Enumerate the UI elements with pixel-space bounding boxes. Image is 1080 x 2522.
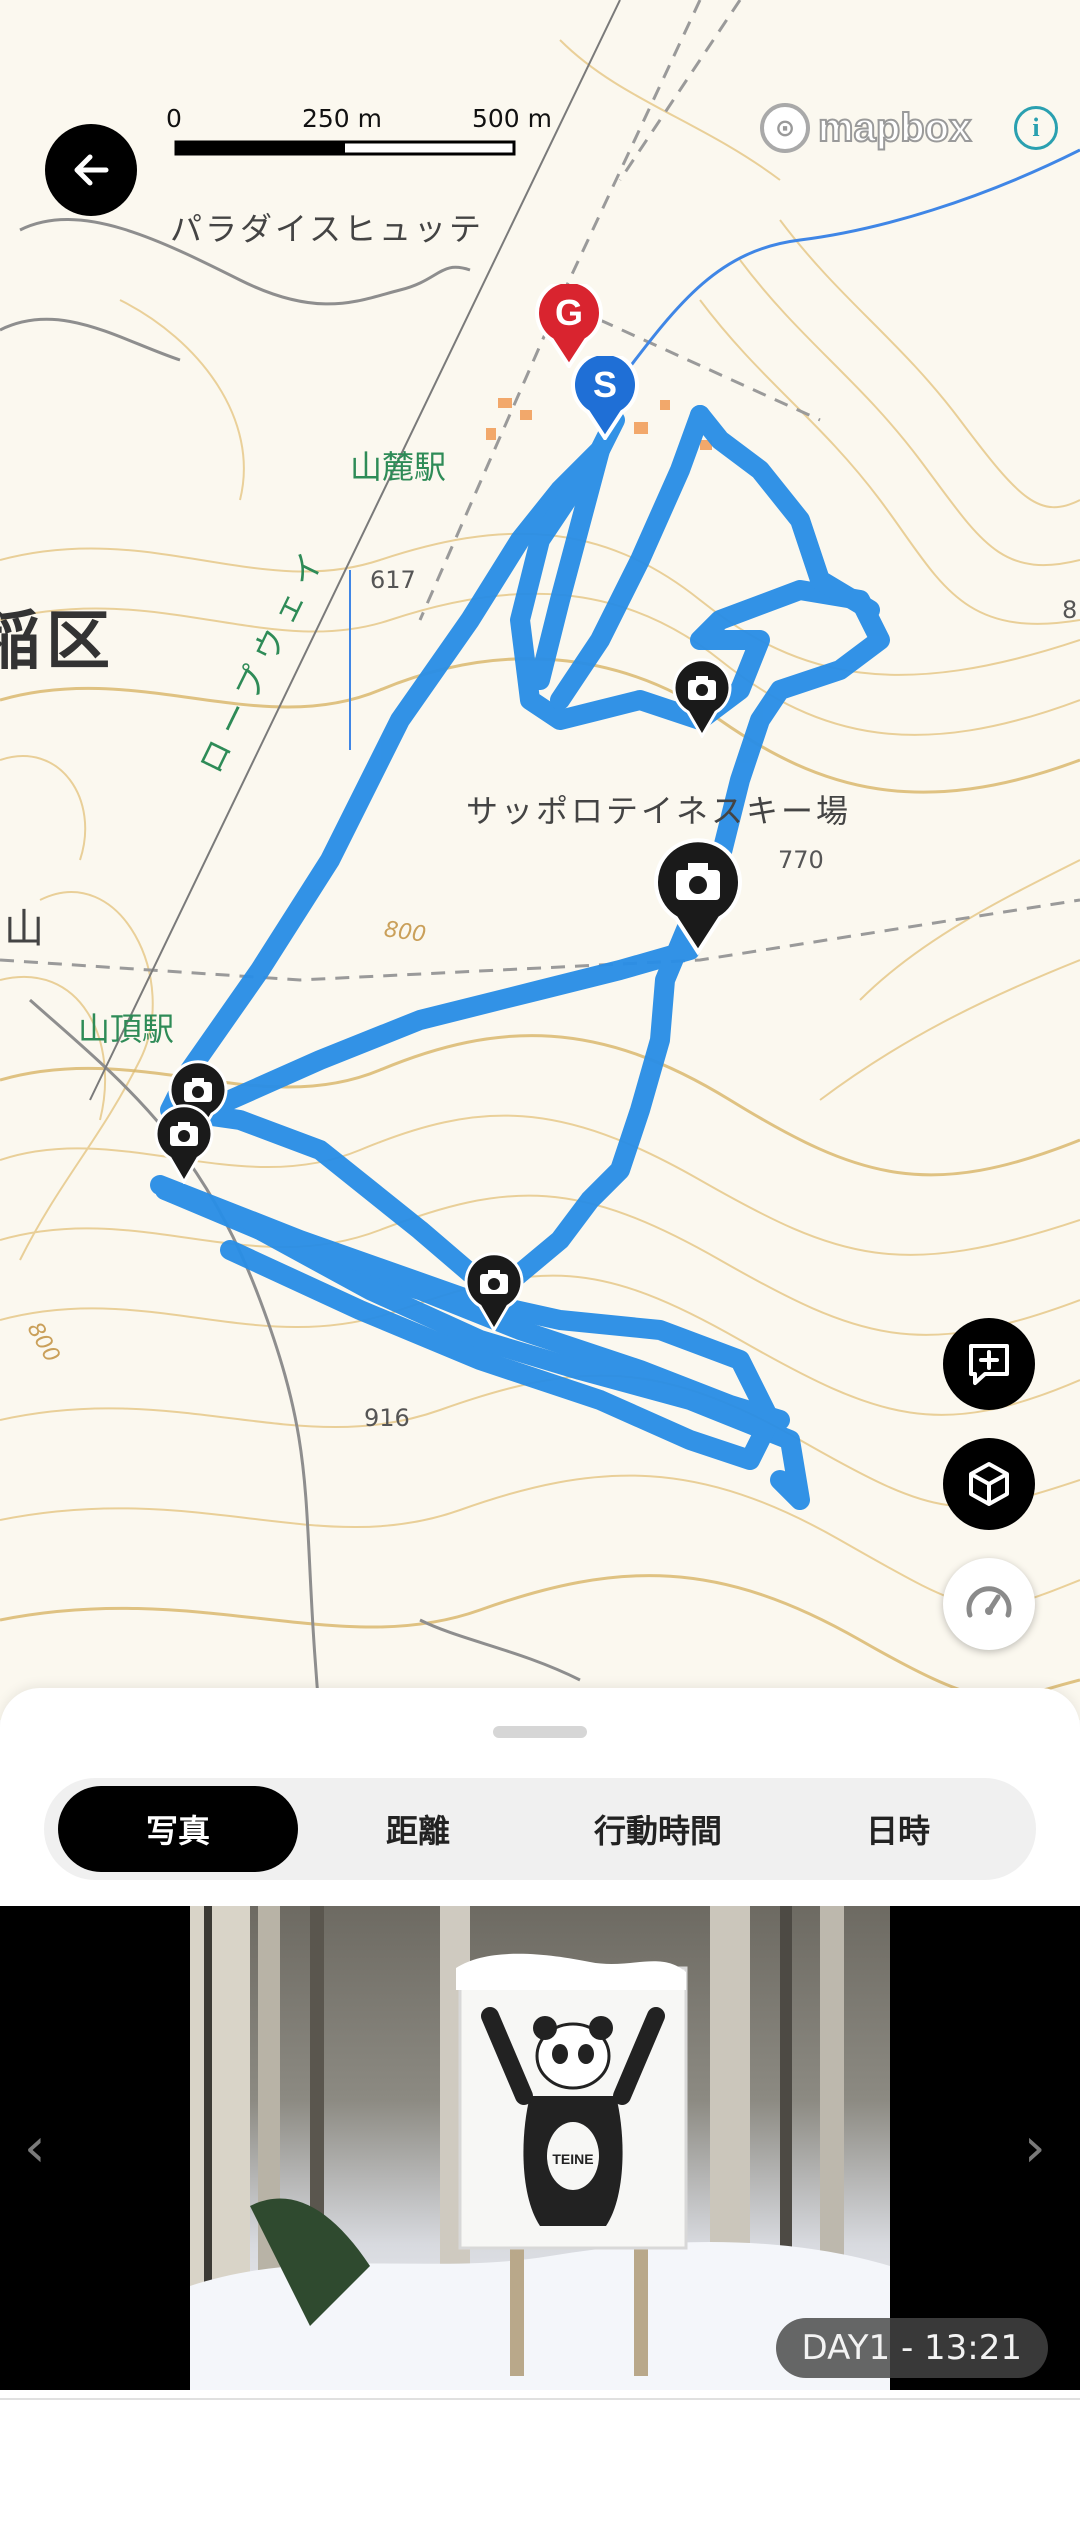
back-button[interactable] xyxy=(45,124,137,216)
info-icon[interactable]: i xyxy=(1014,106,1058,150)
add-comment-button[interactable] xyxy=(943,1318,1035,1410)
elevation-770: 770 xyxy=(778,846,824,874)
cube-icon xyxy=(969,1462,1009,1506)
elevation-617: 617 xyxy=(370,566,416,594)
tab-bar: 写真 距離 行動時間 日時 xyxy=(44,1778,1036,1880)
scale-label-500: 500 m xyxy=(472,104,553,133)
scale-label-0: 0 xyxy=(166,104,182,133)
label-mountain: 山 xyxy=(4,906,44,952)
label-ward: 稲区 xyxy=(0,605,116,679)
trip-photo[interactable]: TEINE xyxy=(190,1906,890,2390)
add-comment-icon xyxy=(969,1344,1009,1385)
bottom-divider xyxy=(0,2398,1080,2400)
label-ski-area: サッポロテイネスキー場 xyxy=(466,792,852,830)
label-base-station: 山麓駅 xyxy=(350,448,447,486)
elevation-916: 916 xyxy=(364,1404,410,1432)
label-hut: パラダイスヒュッテ xyxy=(170,210,485,248)
speed-button[interactable] xyxy=(943,1558,1035,1650)
speedometer-icon xyxy=(966,1586,1012,1618)
tab-distance[interactable]: 距離 xyxy=(298,1786,538,1872)
label-summit-station: 山頂駅 xyxy=(78,1010,175,1048)
tab-activity-time[interactable]: 行動時間 xyxy=(538,1786,778,1872)
tab-photos[interactable]: 写真 xyxy=(58,1786,298,1872)
photo-marker[interactable] xyxy=(152,1104,216,1185)
photo-marker-selected[interactable] xyxy=(650,836,746,956)
start-marker[interactable]: S xyxy=(570,350,640,442)
mapbox-icon: ⊙ xyxy=(760,103,810,153)
3d-view-button[interactable] xyxy=(943,1438,1035,1530)
chevron-left-icon[interactable]: ‹ xyxy=(24,2116,46,2179)
photo-timestamp: DAY1 - 13:21 xyxy=(775,2318,1048,2378)
scale-label-250: 250 m xyxy=(302,104,383,133)
sheet-drag-handle[interactable] xyxy=(493,1726,587,1738)
photo-marker[interactable] xyxy=(462,1252,526,1333)
arrow-left-icon xyxy=(74,154,109,186)
tab-datetime[interactable]: 日時 xyxy=(778,1786,1018,1872)
chevron-right-icon[interactable]: › xyxy=(1024,2116,1046,2179)
route-track xyxy=(150,405,890,1510)
sign-text: TEINE xyxy=(552,2151,593,2167)
photo-marker[interactable] xyxy=(670,658,734,739)
photo-carousel[interactable]: ‹ › TEINE DAY1 - 13:21 xyxy=(0,1906,1080,2390)
elevation-edge: 8 xyxy=(1062,596,1078,624)
route-map[interactable]: 0 250 m 500 m パラダイスヒュッテ 山麓駅 山頂駅 サッポロテイネス… xyxy=(0,0,1080,1720)
mapbox-wordmark: mapbox xyxy=(817,105,972,151)
scale-bar xyxy=(174,140,516,156)
photo-scene: TEINE xyxy=(190,1906,890,2390)
mapbox-logo[interactable]: ⊙ mapbox xyxy=(760,102,972,154)
map-canvas xyxy=(0,0,1080,1720)
